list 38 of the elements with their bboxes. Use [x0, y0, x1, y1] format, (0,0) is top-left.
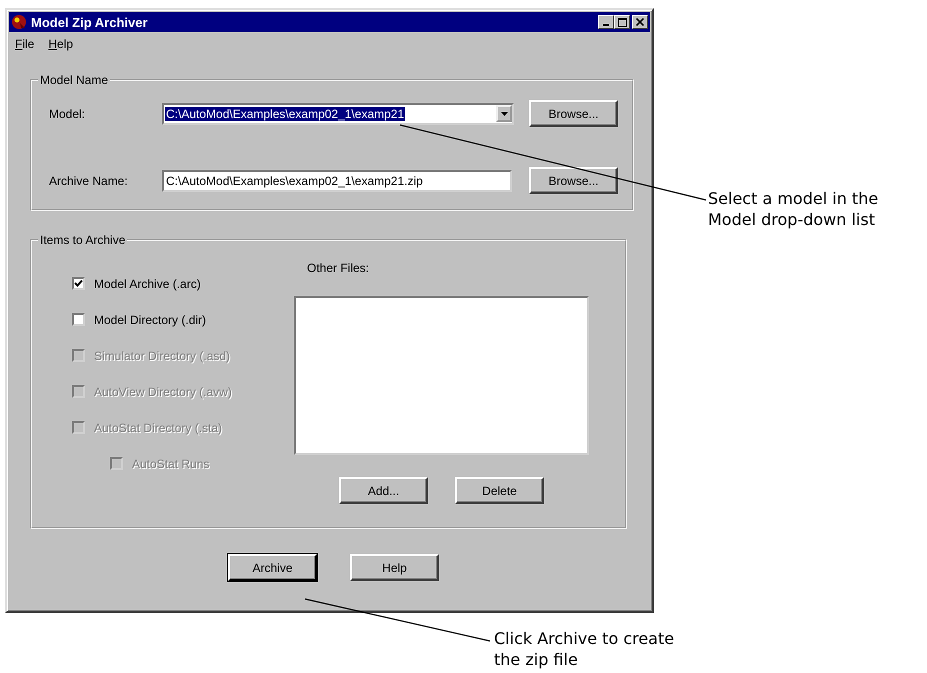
window-title: Model Zip Archiver — [31, 14, 149, 30]
group-title: Items to Archive — [39, 233, 126, 247]
field-label: Model: — [49, 106, 86, 120]
browse-button[interactable]: Browse... — [529, 167, 618, 194]
browse-button[interactable]: Browse... — [529, 100, 618, 127]
checkbox-label: Simulator Directory (.asd) — [94, 348, 230, 362]
menu-item[interactable]: Help — [47, 37, 74, 55]
checkbox[interactable] — [72, 313, 85, 326]
callout-text: Model drop-down list — [708, 209, 876, 230]
checkbox-label: Model Directory (.dir) — [94, 312, 206, 326]
maximize-button[interactable] — [614, 15, 630, 29]
callout-text: Click Archive to create — [494, 628, 674, 649]
dropdown-button[interactable] — [496, 105, 512, 122]
close-button[interactable] — [632, 15, 648, 29]
model-dropdown[interactable]: C:\AutoMod\Examples\examp02_1\examp21 — [162, 102, 514, 124]
archive-name-field[interactable]: C:\AutoMod\Examples\examp02_1\examp21.zip — [162, 170, 512, 192]
checkbox-label: AutoStat Directory (.sta) — [94, 420, 222, 434]
list-label: Other Files: — [307, 261, 370, 275]
maximize-icon — [618, 18, 626, 26]
checkbox-label: Model Archive (.arc) — [94, 276, 201, 290]
minimize-button[interactable] — [598, 15, 614, 29]
list-action-button[interactable]: Add... — [339, 477, 428, 504]
app-icon — [11, 14, 27, 30]
field-label: Archive Name: — [49, 174, 129, 188]
checkbox[interactable] — [72, 277, 85, 290]
dialog-button[interactable]: Help — [350, 554, 439, 581]
model-path-text: C:\AutoMod\Examples\examp02_1\examp21 — [165, 106, 406, 120]
group-title: Model Name — [39, 73, 110, 87]
caret-icon — [500, 112, 508, 116]
menu-item[interactable]: File — [14, 37, 36, 55]
callout-text: the zip file — [494, 649, 579, 670]
dialog-button[interactable]: Archive — [228, 554, 317, 581]
checkbox-label: AutoView Directory (.avw) — [94, 384, 232, 398]
checkbox-label: AutoStat Runs — [132, 456, 210, 470]
list-action-button[interactable]: Delete — [455, 477, 544, 504]
close-icon — [636, 18, 644, 26]
checkmark-icon — [74, 279, 83, 288]
callout-text: Select a model in the — [708, 188, 878, 209]
